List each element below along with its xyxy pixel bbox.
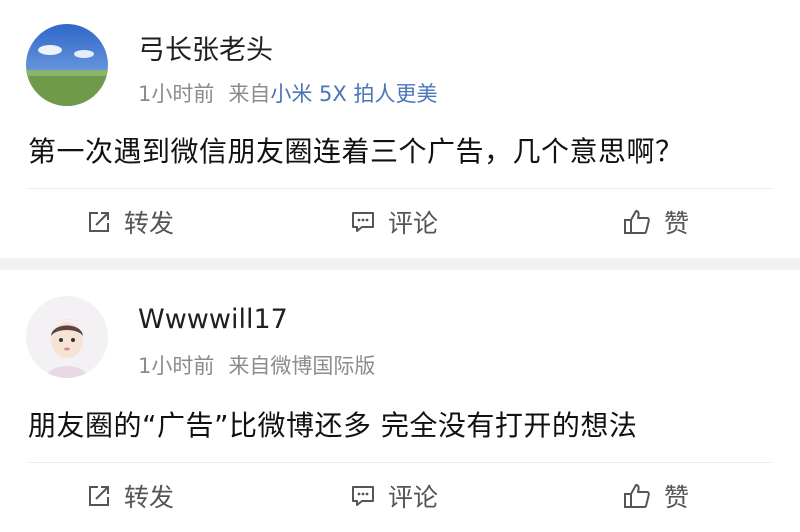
source-prefix: 来自 — [228, 354, 271, 378]
forward-icon — [89, 212, 109, 232]
action-bar: 转发 评论 赞 — [0, 192, 800, 252]
forward-label: 转发 — [124, 209, 175, 238]
avatar[interactable] — [26, 24, 108, 106]
comment-button[interactable]: 评论 — [350, 192, 438, 252]
comment-button[interactable]: 评论 — [350, 466, 438, 526]
post-text: 朋友圈的“广告”比微博还多 完全没有打开的想法 — [28, 409, 638, 442]
like-button[interactable]: 赞 — [622, 466, 689, 526]
post-card: Wwwwill17 1小时前 来自微博国际版 朋友圈的“广告”比微博还多 完全没有… — [0, 270, 800, 532]
forward-icon — [89, 486, 109, 506]
separator — [28, 462, 772, 463]
like-icon — [624, 210, 650, 234]
post-meta: 1小时前 来自小米 5X 拍人更美 — [138, 78, 437, 108]
forward-label: 转发 — [124, 483, 175, 512]
post-card: 弓长张老头 1小时前 来自小米 5X 拍人更美 第一次遇到微信朋友圈连着三个广告，… — [0, 0, 800, 258]
comment-label: 评论 — [388, 483, 439, 512]
username[interactable]: Wwwwill17 — [138, 304, 288, 335]
like-label: 赞 — [664, 483, 690, 512]
like-button[interactable]: 赞 — [622, 192, 689, 252]
like-label: 赞 — [664, 209, 690, 238]
post-divider — [0, 258, 800, 270]
post-text: 第一次遇到微信朋友圈连着三个广告，几个意思啊？ — [28, 135, 684, 168]
separator — [28, 188, 772, 189]
post-meta: 1小时前 来自微博国际版 — [138, 350, 375, 380]
comment-icon — [352, 486, 374, 506]
like-icon — [624, 484, 650, 508]
forward-button[interactable]: 转发 — [86, 192, 174, 252]
source-prefix: 来自 — [228, 82, 271, 106]
avatar[interactable] — [26, 296, 108, 378]
feed: 弓长张老头 1小时前 来自小米 5X 拍人更美 第一次遇到微信朋友圈连着三个广告，… — [0, 0, 800, 532]
post-time: 1小时前 — [138, 82, 215, 106]
username[interactable]: 弓长张老头 — [138, 28, 273, 67]
comment-icon — [352, 212, 374, 232]
device-source-link[interactable]: 微博国际版 — [270, 354, 375, 378]
comment-label: 评论 — [388, 209, 439, 238]
forward-button[interactable]: 转发 — [86, 466, 174, 526]
action-bar: 转发 评论 赞 — [0, 466, 800, 526]
post-time: 1小时前 — [138, 354, 215, 378]
device-source-link[interactable]: 小米 5X 拍人更美 — [270, 82, 437, 106]
